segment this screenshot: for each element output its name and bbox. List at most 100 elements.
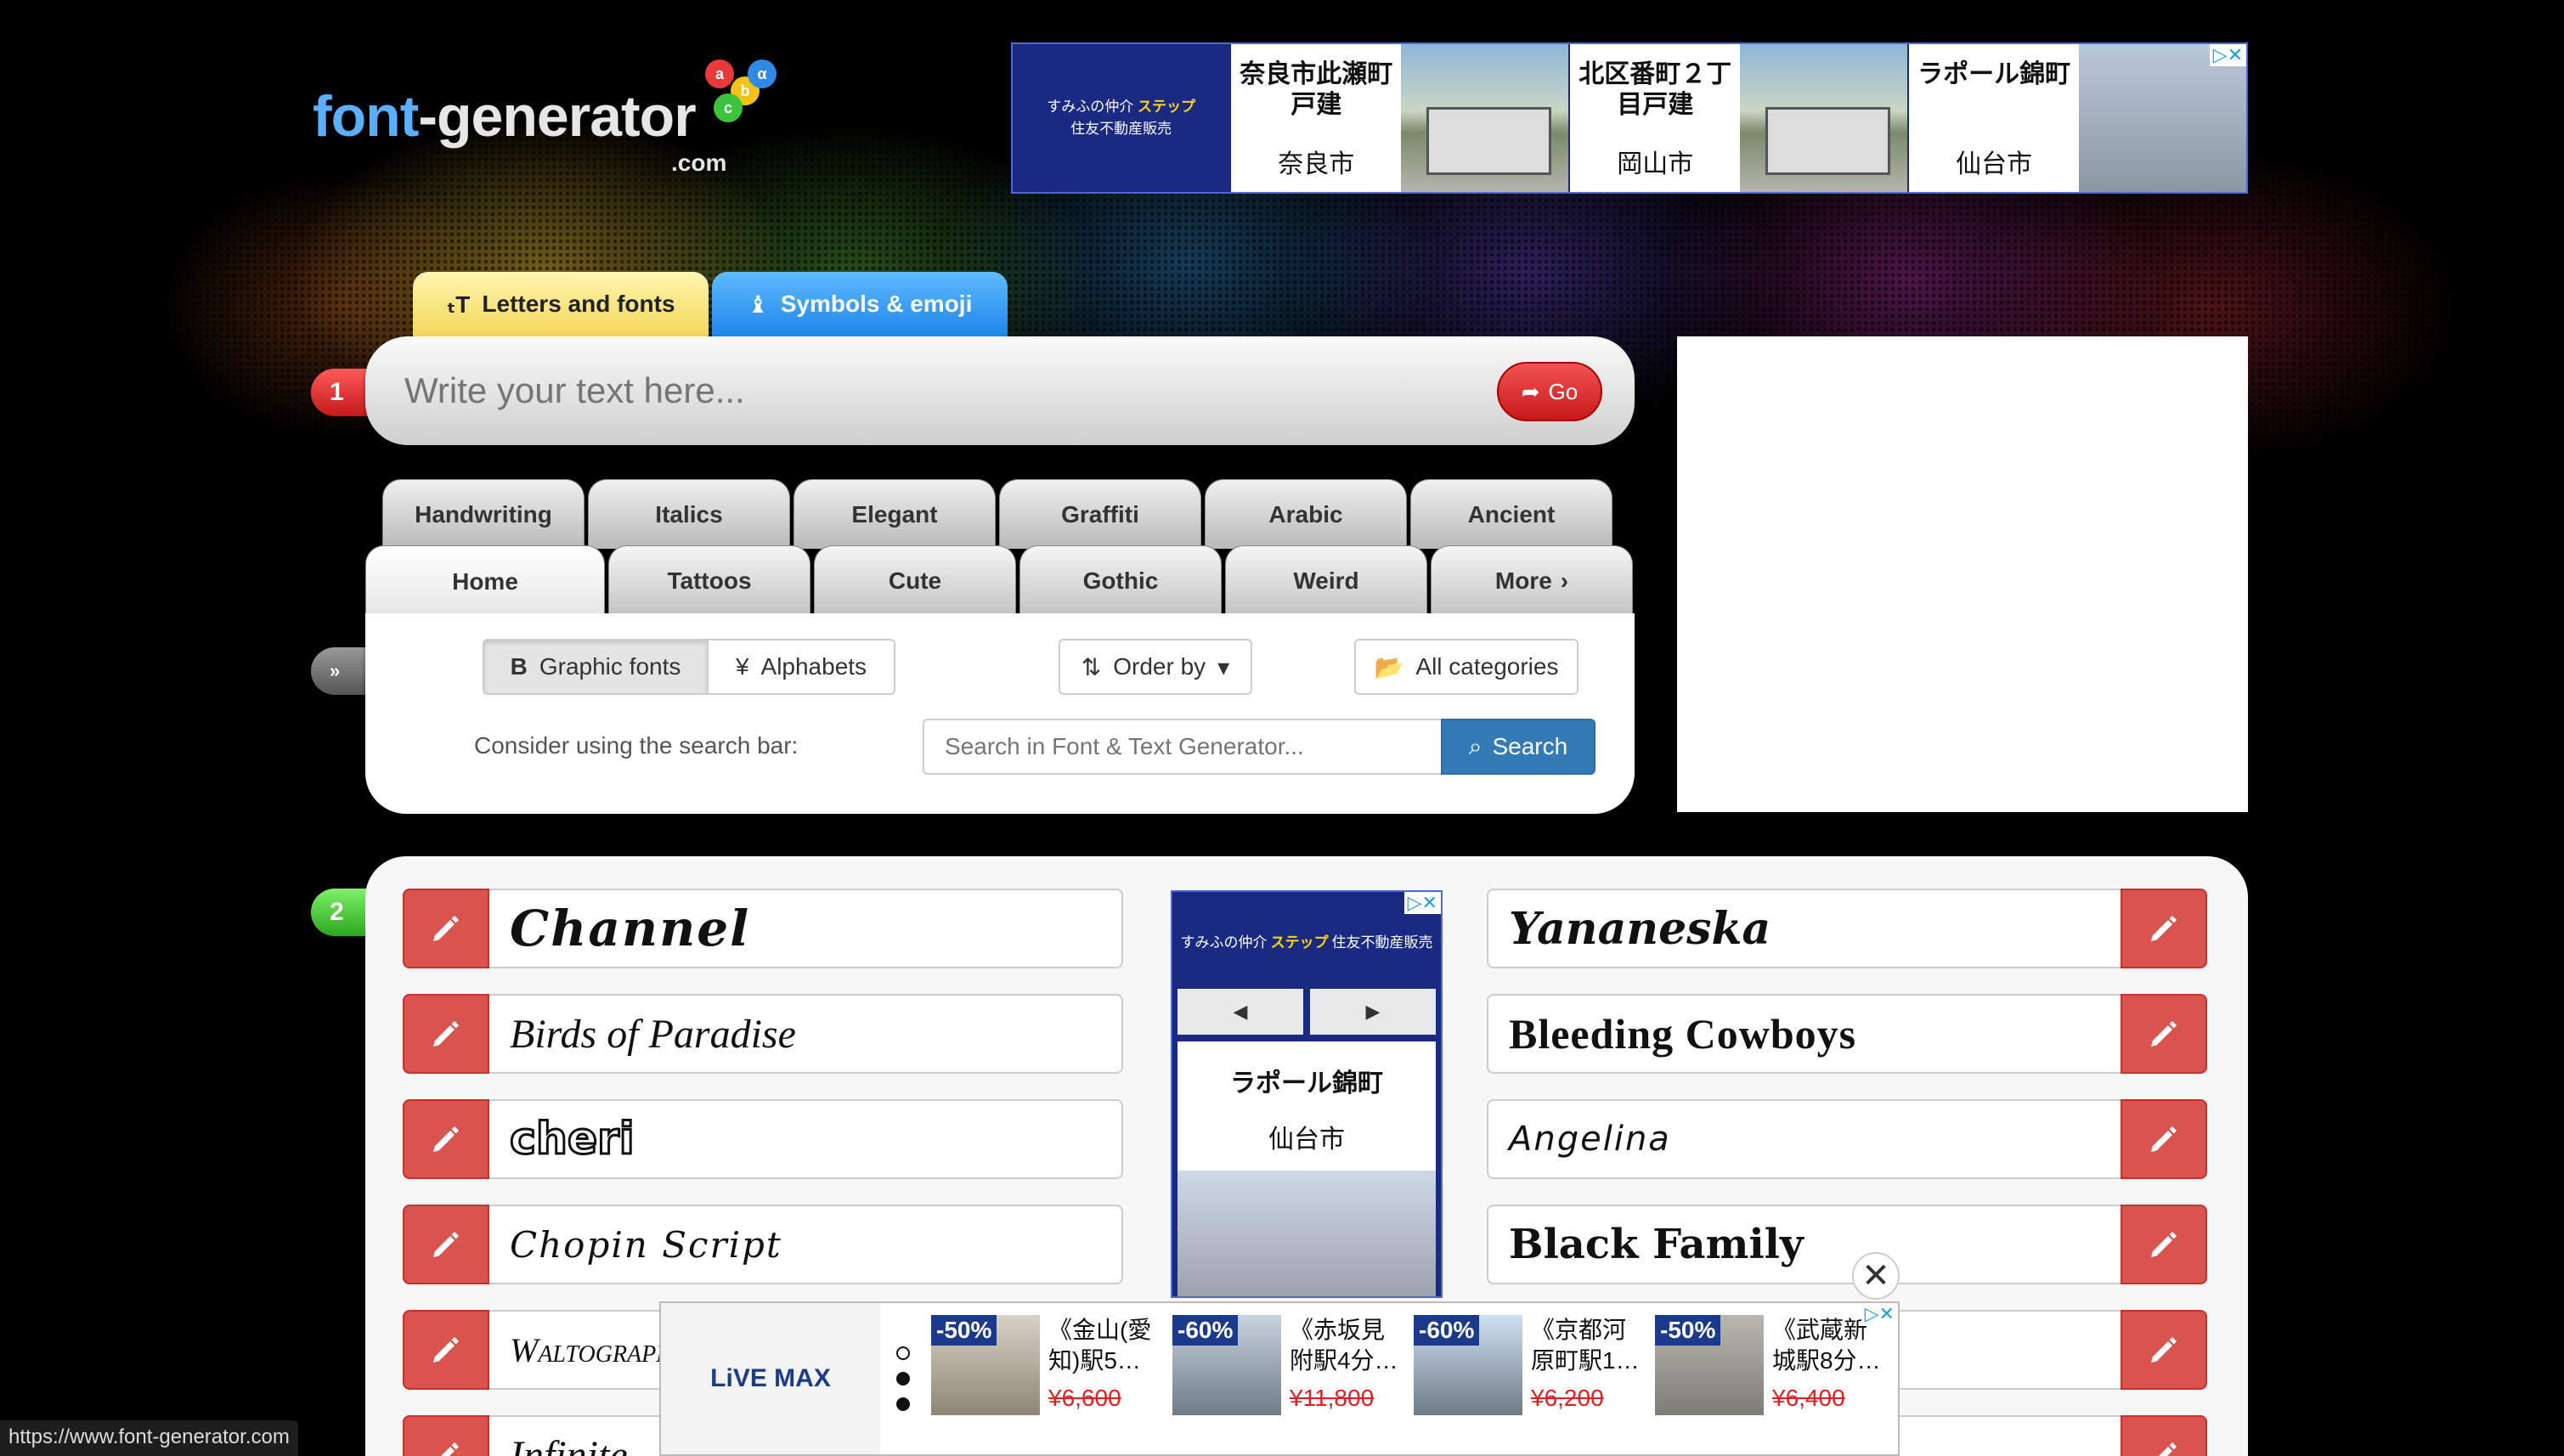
tab-letters-and-fonts[interactable]: ₜT Letters and fonts [413, 272, 709, 336]
pencil-icon[interactable] [403, 1310, 489, 1390]
font-row[interactable]: Channel [403, 889, 1123, 968]
tab-label: Letters and fonts [482, 291, 675, 317]
graphic-fonts-button[interactable]: B Graphic fonts [483, 639, 709, 695]
pencil-icon[interactable] [403, 889, 489, 968]
bottom-overlay-ad[interactable]: LiVE MAX -50% 《金山(愛知)駅5… ¥6,600 -60% 《赤坂見… [659, 1301, 1900, 1456]
order-by-dropdown[interactable]: ⇅ Order by ▾ [1059, 639, 1252, 695]
category-weird[interactable]: Weird [1225, 545, 1427, 615]
close-ad-icon[interactable]: ✕ [1852, 1252, 1900, 1300]
font-preview[interactable]: Black Family [1487, 1205, 2121, 1284]
ad-card-title: 北区番町２丁 目戸建 [1578, 59, 1731, 121]
category-home[interactable]: Home [365, 545, 605, 617]
pencil-icon[interactable] [2121, 1205, 2207, 1284]
go-label: Go [1548, 378, 1578, 404]
bottom-ad-item[interactable]: -60% 《赤坂見附駅4分… ¥11,800 [1167, 1303, 1409, 1454]
bottom-ad-image: -50% [931, 1315, 1040, 1415]
pencil-icon[interactable] [403, 1415, 489, 1456]
category-graffiti[interactable]: Graffiti [999, 479, 1201, 549]
logo-generator: -generator [418, 84, 696, 149]
search-hint: Consider using the search bar: [474, 732, 799, 759]
carousel-dots [880, 1303, 926, 1454]
bottom-ad-price: ¥6,600 [1048, 1385, 1121, 1411]
go-button[interactable]: ➦ Go [1497, 362, 1602, 421]
font-preview[interactable]: Birds of Paradise [489, 994, 1123, 1074]
bottom-ad-price: ¥11,800 [1290, 1385, 1375, 1411]
category-handwriting[interactable]: Handwriting [382, 479, 585, 549]
pencil-icon[interactable] [2121, 1099, 2207, 1179]
site-search-input[interactable] [923, 719, 1443, 775]
ad-brand-line: ステップ [1270, 934, 1329, 951]
bottom-ad-item[interactable]: -50% 《武蔵新城駅8分… ¥6,400 [1650, 1303, 1891, 1454]
discount-badge: -60% [1172, 1315, 1239, 1346]
ad-card[interactable]: ラポール錦町 仙台市 ▷✕ [1909, 44, 2247, 192]
category-more[interactable]: More › [1431, 545, 1633, 615]
share-arrow-icon: ➦ [1521, 378, 1540, 404]
logo-ball: a [705, 59, 734, 88]
bottom-ad-image: -60% [1172, 1315, 1281, 1415]
bottom-ad-brand: LiVE MAX [661, 1303, 880, 1454]
ad-card[interactable]: 奈良市此瀬町 戸建 奈良市 [1231, 44, 1569, 192]
category-gothic[interactable]: Gothic [1019, 545, 1222, 615]
yen-icon: ¥ [735, 653, 749, 680]
graphic-fonts-label: Graphic fonts [539, 653, 681, 680]
pencil-icon[interactable] [403, 1099, 489, 1179]
inline-ad-card[interactable]: ラポール錦町 仙台市 [1178, 1041, 1436, 1296]
category-cute[interactable]: Cute [814, 545, 1016, 615]
all-categories-label: All categories [1415, 653, 1559, 680]
font-preview[interactable]: cheri [489, 1099, 1123, 1179]
carousel-dot[interactable] [896, 1397, 910, 1411]
font-preview[interactable]: Angelina [1487, 1099, 2121, 1179]
ad-choices-icon[interactable]: ▷✕ [1861, 1303, 1898, 1325]
bottom-ad-item[interactable]: -50% 《金山(愛知)駅5… ¥6,600 [926, 1303, 1167, 1454]
pencil-icon[interactable] [2121, 994, 2207, 1074]
search-button-label: Search [1492, 733, 1568, 759]
carousel-dot[interactable] [896, 1346, 910, 1360]
pencil-icon[interactable] [2121, 1310, 2207, 1390]
alphabets-button[interactable]: ¥ Alphabets [707, 639, 895, 695]
ad-card[interactable]: 北区番町２丁 目戸建岡山市 [1570, 44, 1908, 192]
step-badge-more[interactable]: » [311, 647, 370, 695]
ad-brand-line: 住友不動産販売 [1331, 934, 1433, 951]
prev-arrow-icon[interactable]: ◀ [1178, 989, 1303, 1035]
all-categories-button[interactable]: 📂 All categories [1354, 639, 1578, 695]
font-preview[interactable]: Yananeska [1487, 889, 2121, 968]
category-arabic[interactable]: Arabic [1205, 479, 1407, 549]
font-preview[interactable]: Bleeding Cowboys [1487, 994, 2121, 1074]
font-row[interactable]: Chopin Script [403, 1205, 1123, 1284]
ad-card-title-text: ラポール錦町 [1917, 60, 2071, 88]
category-italics[interactable]: Italics [588, 479, 790, 549]
category-tattoos[interactable]: Tattoos [608, 545, 810, 615]
pencil-icon[interactable] [2121, 889, 2207, 968]
pencil-icon[interactable] [2121, 1415, 2207, 1456]
ad-choices-icon[interactable]: ▷✕ [2209, 44, 2247, 66]
ad-choices-icon[interactable]: ▷✕ [1403, 892, 1441, 914]
font-row[interactable]: Yananeska [1487, 889, 2207, 968]
search-button[interactable]: ⌕ Search [1441, 719, 1595, 775]
ad-card-city: 仙台市 [1956, 150, 2033, 178]
font-preview[interactable]: Chopin Script [489, 1205, 1123, 1284]
ad-card-image [1740, 44, 1908, 192]
inline-ad[interactable]: すみふの仲介 ステップ 住友不動産販売 ◀ ▶ ラポール錦町 仙台市 ▷✕ [1171, 890, 1443, 1298]
font-row[interactable]: Birds of Paradise [403, 994, 1123, 1074]
font-row[interactable]: Angelina [1487, 1099, 2207, 1179]
font-row[interactable]: Bleeding Cowboys [1487, 994, 2207, 1074]
next-arrow-icon[interactable]: ▶ [1310, 989, 1436, 1035]
font-row[interactable]: cheri [403, 1099, 1123, 1179]
pencil-icon[interactable] [403, 1205, 489, 1284]
carousel-dot[interactable] [896, 1372, 910, 1385]
logo-ball: c [714, 93, 743, 122]
font-preview[interactable]: Channel [489, 889, 1123, 968]
tab-symbols-and-emoji[interactable]: ♝ Symbols & emoji [712, 272, 1008, 336]
font-row[interactable]: Black Family [1487, 1205, 2207, 1284]
top-banner-ad[interactable]: すみふの仲介 ステップ 住友不動産販売 奈良市此瀬町 戸建 奈良市 北区番町２丁 … [1011, 42, 2248, 194]
ad-carousel-nav: ◀ ▶ [1172, 989, 1441, 1035]
site-logo[interactable]: font-generator [313, 83, 697, 150]
bottom-ad-item[interactable]: -60% 《京都河原町駅1… ¥6,200 [1409, 1303, 1650, 1454]
alphabets-label: Alphabets [760, 653, 867, 680]
ad-card-city: 岡山市 [1617, 150, 1694, 178]
pencil-icon[interactable] [403, 994, 489, 1074]
category-elegant[interactable]: Elegant [793, 479, 996, 549]
category-ancient[interactable]: Ancient [1410, 479, 1612, 549]
text-input[interactable] [404, 365, 1424, 416]
tab-label: Symbols & emoji [780, 291, 973, 317]
